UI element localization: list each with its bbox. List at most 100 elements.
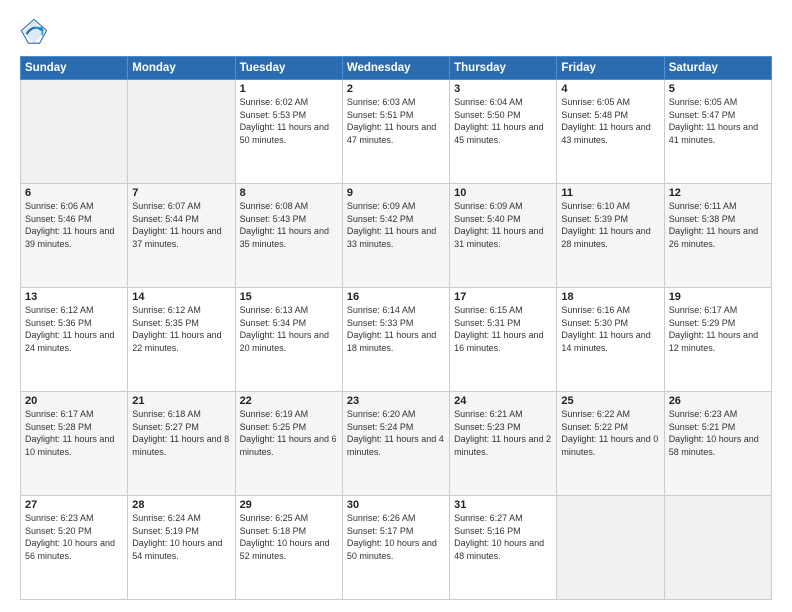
day-number: 19 xyxy=(669,291,767,303)
day-info: Sunrise: 6:03 AM Sunset: 5:51 PM Dayligh… xyxy=(347,96,445,146)
day-info: Sunrise: 6:18 AM Sunset: 5:27 PM Dayligh… xyxy=(132,408,230,458)
header-wednesday: Wednesday xyxy=(342,57,449,80)
table-row: 15Sunrise: 6:13 AM Sunset: 5:34 PM Dayli… xyxy=(235,288,342,392)
table-row: 13Sunrise: 6:12 AM Sunset: 5:36 PM Dayli… xyxy=(21,288,128,392)
day-info: Sunrise: 6:12 AM Sunset: 5:36 PM Dayligh… xyxy=(25,304,123,354)
calendar-week-row: 1Sunrise: 6:02 AM Sunset: 5:53 PM Daylig… xyxy=(21,80,772,184)
day-info: Sunrise: 6:02 AM Sunset: 5:53 PM Dayligh… xyxy=(240,96,338,146)
day-info: Sunrise: 6:13 AM Sunset: 5:34 PM Dayligh… xyxy=(240,304,338,354)
table-row: 30Sunrise: 6:26 AM Sunset: 5:17 PM Dayli… xyxy=(342,496,449,600)
day-info: Sunrise: 6:20 AM Sunset: 5:24 PM Dayligh… xyxy=(347,408,445,458)
table-row: 4Sunrise: 6:05 AM Sunset: 5:48 PM Daylig… xyxy=(557,80,664,184)
header-thursday: Thursday xyxy=(450,57,557,80)
day-number: 1 xyxy=(240,83,338,95)
day-info: Sunrise: 6:06 AM Sunset: 5:46 PM Dayligh… xyxy=(25,200,123,250)
table-row: 2Sunrise: 6:03 AM Sunset: 5:51 PM Daylig… xyxy=(342,80,449,184)
day-number: 10 xyxy=(454,187,552,199)
table-row: 28Sunrise: 6:24 AM Sunset: 5:19 PM Dayli… xyxy=(128,496,235,600)
day-info: Sunrise: 6:17 AM Sunset: 5:29 PM Dayligh… xyxy=(669,304,767,354)
day-number: 17 xyxy=(454,291,552,303)
header-friday: Friday xyxy=(557,57,664,80)
day-number: 7 xyxy=(132,187,230,199)
day-number: 15 xyxy=(240,291,338,303)
day-number: 4 xyxy=(561,83,659,95)
day-number: 11 xyxy=(561,187,659,199)
header xyxy=(20,18,772,46)
day-number: 13 xyxy=(25,291,123,303)
day-info: Sunrise: 6:21 AM Sunset: 5:23 PM Dayligh… xyxy=(454,408,552,458)
header-tuesday: Tuesday xyxy=(235,57,342,80)
table-row: 25Sunrise: 6:22 AM Sunset: 5:22 PM Dayli… xyxy=(557,392,664,496)
table-row: 31Sunrise: 6:27 AM Sunset: 5:16 PM Dayli… xyxy=(450,496,557,600)
table-row xyxy=(128,80,235,184)
table-row: 12Sunrise: 6:11 AM Sunset: 5:38 PM Dayli… xyxy=(664,184,771,288)
day-info: Sunrise: 6:05 AM Sunset: 5:47 PM Dayligh… xyxy=(669,96,767,146)
table-row: 21Sunrise: 6:18 AM Sunset: 5:27 PM Dayli… xyxy=(128,392,235,496)
table-row: 5Sunrise: 6:05 AM Sunset: 5:47 PM Daylig… xyxy=(664,80,771,184)
day-number: 25 xyxy=(561,395,659,407)
logo xyxy=(20,18,52,46)
day-info: Sunrise: 6:26 AM Sunset: 5:17 PM Dayligh… xyxy=(347,512,445,562)
day-number: 27 xyxy=(25,499,123,511)
day-info: Sunrise: 6:15 AM Sunset: 5:31 PM Dayligh… xyxy=(454,304,552,354)
day-info: Sunrise: 6:23 AM Sunset: 5:20 PM Dayligh… xyxy=(25,512,123,562)
table-row xyxy=(664,496,771,600)
table-row: 19Sunrise: 6:17 AM Sunset: 5:29 PM Dayli… xyxy=(664,288,771,392)
day-info: Sunrise: 6:25 AM Sunset: 5:18 PM Dayligh… xyxy=(240,512,338,562)
day-info: Sunrise: 6:09 AM Sunset: 5:40 PM Dayligh… xyxy=(454,200,552,250)
table-row: 16Sunrise: 6:14 AM Sunset: 5:33 PM Dayli… xyxy=(342,288,449,392)
header-monday: Monday xyxy=(128,57,235,80)
day-info: Sunrise: 6:19 AM Sunset: 5:25 PM Dayligh… xyxy=(240,408,338,458)
day-number: 30 xyxy=(347,499,445,511)
table-row: 14Sunrise: 6:12 AM Sunset: 5:35 PM Dayli… xyxy=(128,288,235,392)
day-number: 16 xyxy=(347,291,445,303)
day-number: 28 xyxy=(132,499,230,511)
calendar-week-row: 6Sunrise: 6:06 AM Sunset: 5:46 PM Daylig… xyxy=(21,184,772,288)
day-info: Sunrise: 6:22 AM Sunset: 5:22 PM Dayligh… xyxy=(561,408,659,458)
table-row: 18Sunrise: 6:16 AM Sunset: 5:30 PM Dayli… xyxy=(557,288,664,392)
day-info: Sunrise: 6:12 AM Sunset: 5:35 PM Dayligh… xyxy=(132,304,230,354)
day-info: Sunrise: 6:24 AM Sunset: 5:19 PM Dayligh… xyxy=(132,512,230,562)
table-row: 20Sunrise: 6:17 AM Sunset: 5:28 PM Dayli… xyxy=(21,392,128,496)
day-number: 14 xyxy=(132,291,230,303)
day-number: 12 xyxy=(669,187,767,199)
table-row: 10Sunrise: 6:09 AM Sunset: 5:40 PM Dayli… xyxy=(450,184,557,288)
day-number: 29 xyxy=(240,499,338,511)
table-row: 1Sunrise: 6:02 AM Sunset: 5:53 PM Daylig… xyxy=(235,80,342,184)
day-info: Sunrise: 6:14 AM Sunset: 5:33 PM Dayligh… xyxy=(347,304,445,354)
day-number: 8 xyxy=(240,187,338,199)
day-info: Sunrise: 6:11 AM Sunset: 5:38 PM Dayligh… xyxy=(669,200,767,250)
day-info: Sunrise: 6:08 AM Sunset: 5:43 PM Dayligh… xyxy=(240,200,338,250)
table-row: 6Sunrise: 6:06 AM Sunset: 5:46 PM Daylig… xyxy=(21,184,128,288)
table-row: 23Sunrise: 6:20 AM Sunset: 5:24 PM Dayli… xyxy=(342,392,449,496)
day-info: Sunrise: 6:07 AM Sunset: 5:44 PM Dayligh… xyxy=(132,200,230,250)
day-number: 20 xyxy=(25,395,123,407)
table-row: 24Sunrise: 6:21 AM Sunset: 5:23 PM Dayli… xyxy=(450,392,557,496)
table-row: 3Sunrise: 6:04 AM Sunset: 5:50 PM Daylig… xyxy=(450,80,557,184)
calendar-week-row: 13Sunrise: 6:12 AM Sunset: 5:36 PM Dayli… xyxy=(21,288,772,392)
calendar-table: Sunday Monday Tuesday Wednesday Thursday… xyxy=(20,56,772,600)
table-row: 9Sunrise: 6:09 AM Sunset: 5:42 PM Daylig… xyxy=(342,184,449,288)
page: Sunday Monday Tuesday Wednesday Thursday… xyxy=(0,0,792,612)
day-info: Sunrise: 6:04 AM Sunset: 5:50 PM Dayligh… xyxy=(454,96,552,146)
header-saturday: Saturday xyxy=(664,57,771,80)
day-info: Sunrise: 6:23 AM Sunset: 5:21 PM Dayligh… xyxy=(669,408,767,458)
day-number: 2 xyxy=(347,83,445,95)
day-number: 31 xyxy=(454,499,552,511)
day-number: 5 xyxy=(669,83,767,95)
table-row: 11Sunrise: 6:10 AM Sunset: 5:39 PM Dayli… xyxy=(557,184,664,288)
table-row xyxy=(557,496,664,600)
table-row: 26Sunrise: 6:23 AM Sunset: 5:21 PM Dayli… xyxy=(664,392,771,496)
table-row: 22Sunrise: 6:19 AM Sunset: 5:25 PM Dayli… xyxy=(235,392,342,496)
day-info: Sunrise: 6:10 AM Sunset: 5:39 PM Dayligh… xyxy=(561,200,659,250)
day-info: Sunrise: 6:17 AM Sunset: 5:28 PM Dayligh… xyxy=(25,408,123,458)
table-row: 8Sunrise: 6:08 AM Sunset: 5:43 PM Daylig… xyxy=(235,184,342,288)
day-info: Sunrise: 6:16 AM Sunset: 5:30 PM Dayligh… xyxy=(561,304,659,354)
calendar-week-row: 27Sunrise: 6:23 AM Sunset: 5:20 PM Dayli… xyxy=(21,496,772,600)
day-number: 6 xyxy=(25,187,123,199)
table-row xyxy=(21,80,128,184)
day-info: Sunrise: 6:05 AM Sunset: 5:48 PM Dayligh… xyxy=(561,96,659,146)
day-number: 21 xyxy=(132,395,230,407)
day-number: 23 xyxy=(347,395,445,407)
day-number: 9 xyxy=(347,187,445,199)
